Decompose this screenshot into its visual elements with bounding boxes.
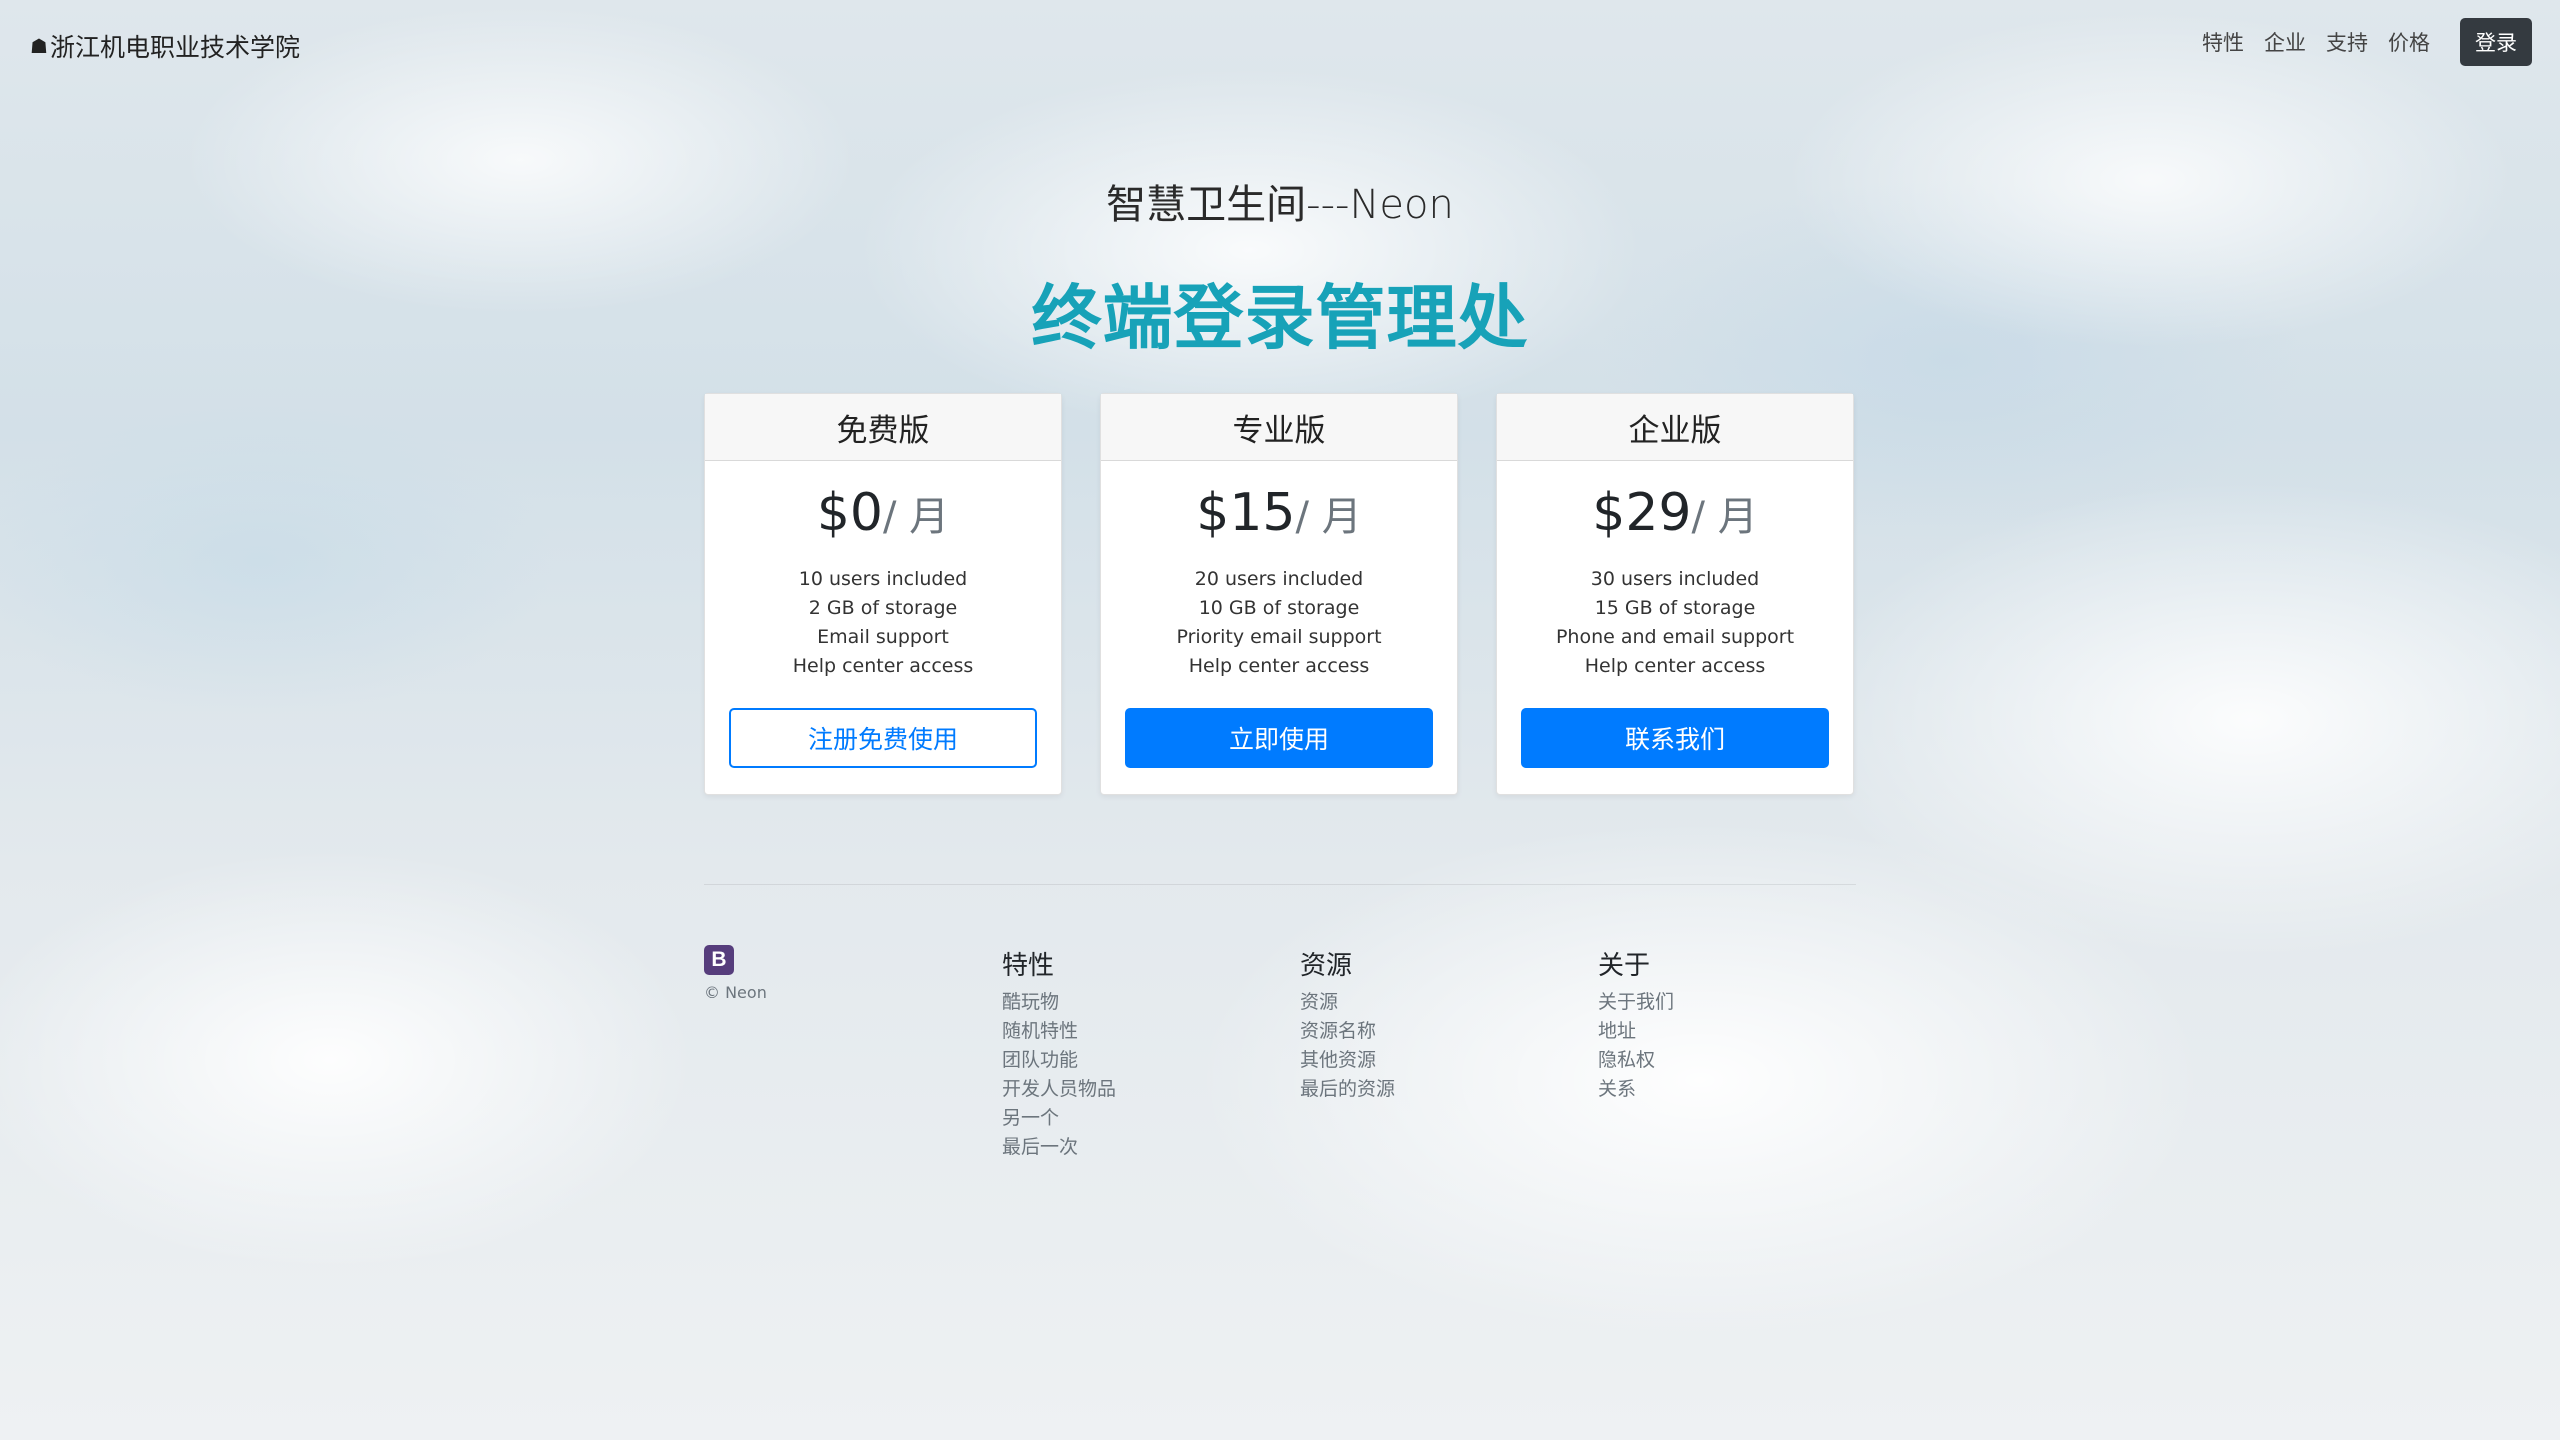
- footer-link[interactable]: 关系: [1598, 1075, 1896, 1104]
- feature-item: Help center access: [1188, 655, 1370, 677]
- footer-link[interactable]: 开发人员物品: [1002, 1075, 1300, 1104]
- feature-item: Help center access: [1584, 655, 1766, 677]
- feature-item: 10 users included: [798, 568, 968, 590]
- feature-item: Email support: [817, 626, 949, 648]
- nav-link-features[interactable]: 特性: [2202, 27, 2244, 57]
- page-title: 终端登录管理处: [1031, 277, 1529, 359]
- plan-price: $15/ 月: [1101, 487, 1457, 539]
- card-body: $15/ 月 20 users included 10 GB of storag…: [1101, 461, 1457, 794]
- login-button[interactable]: 登录: [2460, 18, 2532, 66]
- plan-name: 专业版: [1101, 394, 1457, 461]
- nav-link-pricing[interactable]: 价格: [2388, 27, 2430, 57]
- pricing-card-enterprise: 企业版 $29/ 月 30 users included 15 GB of st…: [1496, 393, 1854, 795]
- footer-link[interactable]: 酷玩物: [1002, 988, 1300, 1017]
- pricing-cards: 免费版 $0/ 月 10 users included 2 GB of stor…: [704, 393, 1854, 795]
- footer-column-resources: 资源 资源 资源名称 其他资源 最后的资源: [1300, 945, 1598, 1162]
- feature-list: 10 users included 2 GB of storage Email …: [705, 565, 1061, 681]
- price-amount: $0: [816, 483, 883, 543]
- footer-column-features: 特性 酷玩物 随机特性 团队功能 开发人员物品 另一个 最后一次: [1002, 945, 1300, 1162]
- feature-item: Help center access: [792, 655, 974, 677]
- feature-list: 30 users included 15 GB of storage Phone…: [1497, 565, 1853, 681]
- footer-divider: [704, 884, 1856, 885]
- feature-item: 20 users included: [1194, 568, 1364, 590]
- footer-column-about: 关于 关于我们 地址 隐私权 关系: [1598, 945, 1896, 1162]
- feature-item: Priority email support: [1176, 626, 1382, 648]
- signup-free-button[interactable]: 注册免费使用: [729, 708, 1037, 768]
- footer: B © Neon 特性 酷玩物 随机特性 团队功能 开发人员物品 另一个 最后一…: [704, 945, 1896, 1162]
- bootstrap-logo-icon: B: [704, 945, 734, 975]
- plan-price: $29/ 月: [1497, 487, 1853, 539]
- nav-link-enterprise[interactable]: 企业: [2264, 27, 2306, 57]
- footer-column-title: 特性: [1002, 951, 1055, 981]
- footer-link[interactable]: 关于我们: [1598, 988, 1896, 1017]
- feature-item: 10 GB of storage: [1198, 597, 1360, 619]
- footer-link[interactable]: 其他资源: [1300, 1046, 1598, 1075]
- price-period: / 月: [882, 494, 950, 540]
- footer-link[interactable]: 资源: [1300, 988, 1598, 1017]
- footer-brand: B © Neon: [704, 945, 1002, 1162]
- copyright-text: © Neon: [704, 983, 767, 1002]
- price-amount: $15: [1196, 483, 1296, 543]
- footer-link[interactable]: 地址: [1598, 1017, 1896, 1046]
- footer-link[interactable]: 团队功能: [1002, 1046, 1300, 1075]
- brand-name: 浙江机电职业技术学院: [49, 33, 300, 62]
- nav-link-support[interactable]: 支持: [2326, 27, 2368, 57]
- page-subtitle: 智慧卫生间---Neon: [1106, 182, 1454, 228]
- price-amount: $29: [1592, 483, 1692, 543]
- feature-item: 2 GB of storage: [808, 597, 958, 619]
- feature-list: 20 users included 10 GB of storage Prior…: [1101, 565, 1457, 681]
- feature-item: Phone and email support: [1555, 626, 1795, 648]
- feature-item: 15 GB of storage: [1594, 597, 1756, 619]
- card-body: $29/ 月 30 users included 15 GB of storag…: [1497, 461, 1853, 794]
- contact-us-button[interactable]: 联系我们: [1521, 708, 1829, 768]
- plan-price: $0/ 月: [705, 487, 1061, 539]
- footer-link[interactable]: 隐私权: [1598, 1046, 1896, 1075]
- footer-column-title: 资源: [1300, 951, 1353, 981]
- price-period: / 月: [1691, 494, 1758, 540]
- footer-link[interactable]: 资源名称: [1300, 1017, 1598, 1046]
- pricing-card-free: 免费版 $0/ 月 10 users included 2 GB of stor…: [704, 393, 1062, 795]
- footer-link[interactable]: 另一个: [1002, 1104, 1300, 1133]
- top-nav: 特性 企业 支持 价格 登录: [2182, 18, 2532, 66]
- home-icon: ☗: [30, 34, 48, 58]
- footer-column-title: 关于: [1598, 951, 1651, 981]
- footer-link[interactable]: 随机特性: [1002, 1017, 1300, 1046]
- price-period: / 月: [1295, 494, 1362, 540]
- feature-item: 30 users included: [1590, 568, 1760, 590]
- pricing-card-pro: 专业版 $15/ 月 20 users included 10 GB of st…: [1100, 393, 1458, 795]
- footer-link[interactable]: 最后一次: [1002, 1133, 1300, 1162]
- plan-name: 企业版: [1497, 394, 1853, 461]
- brand[interactable]: ☗ 浙江机电职业技术学院: [30, 28, 300, 64]
- start-now-button[interactable]: 立即使用: [1125, 708, 1433, 768]
- footer-link[interactable]: 最后的资源: [1300, 1075, 1598, 1104]
- plan-name: 免费版: [705, 394, 1061, 461]
- card-body: $0/ 月 10 users included 2 GB of storage …: [705, 461, 1061, 794]
